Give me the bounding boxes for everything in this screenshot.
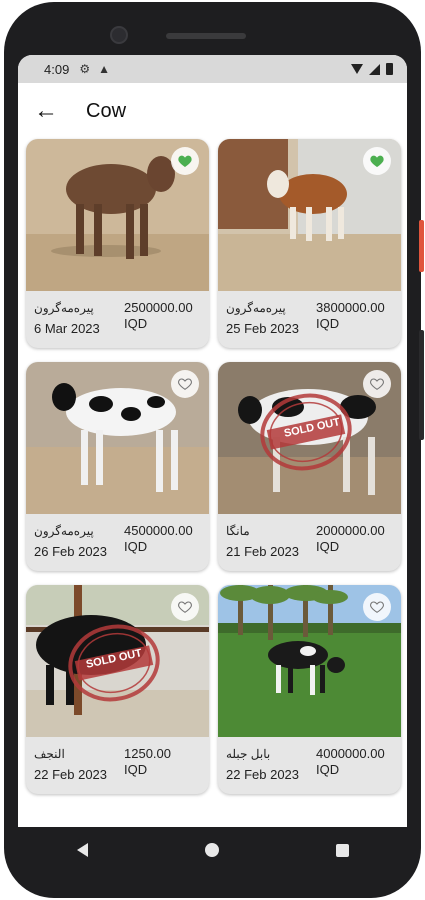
listing-date: 26 Feb 2023 <box>34 544 108 559</box>
price-value: 2000000.00 <box>316 523 385 538</box>
heart-icon <box>370 155 384 167</box>
listing-info: النجف 22 Feb 2023 1250.00 IQD <box>26 737 209 794</box>
price-value: 2500000.00 <box>124 300 193 315</box>
price-currency: IQD <box>124 539 148 554</box>
listing-info: پیرەمەگرون 25 Feb 2023 3800000.00 IQD <box>218 291 401 348</box>
volume-key <box>419 220 424 272</box>
favorite-toggle[interactable] <box>363 593 391 621</box>
listing-location: بابل جبلە <box>226 747 271 761</box>
price-value: 4000000.00 <box>316 746 385 761</box>
battery-icon <box>386 63 393 75</box>
heart-outline-icon <box>370 378 384 390</box>
favorite-toggle[interactable] <box>171 593 199 621</box>
listing-grid: پیرەمەگرون 6 Mar 2023 2500000.00 IQD پیر… <box>18 139 407 794</box>
listing-location: پیرەمەگرون <box>34 524 94 538</box>
listing-date: 22 Feb 2023 <box>34 767 108 782</box>
nav-recents-icon[interactable] <box>335 843 349 857</box>
price-value: 3800000.00 <box>316 300 385 315</box>
favorite-toggle[interactable] <box>171 370 199 398</box>
listing-price: 1250.00 IQD <box>124 746 171 778</box>
listing-price: 2500000.00 IQD <box>124 300 193 332</box>
listing-price: 4000000.00 IQD <box>316 746 385 778</box>
heart-outline-icon <box>370 601 384 613</box>
power-key <box>419 330 424 440</box>
listing-date: 25 Feb 2023 <box>226 321 300 336</box>
app-screen: 4:09 ⚙ ▲ ← Cow پیرەمەگرون 6 Mar 2023 250… <box>18 55 407 827</box>
nav-back-icon[interactable] <box>76 843 88 857</box>
listing-price: 3800000.00 IQD <box>316 300 385 332</box>
price-currency: IQD <box>316 316 340 331</box>
cow-photo <box>26 139 209 291</box>
wifi-icon <box>351 64 363 74</box>
listing-card[interactable]: بابل جبلە 22 Feb 2023 4000000.00 IQD <box>218 585 401 794</box>
warning-icon: ▲ <box>98 62 110 76</box>
listing-location: پیرەمەگرون <box>34 301 94 315</box>
signal-icon <box>369 63 380 75</box>
price-currency: IQD <box>124 762 148 777</box>
listing-card[interactable]: پیرەمەگرون 25 Feb 2023 3800000.00 IQD <box>218 139 401 348</box>
status-bar: 4:09 ⚙ ▲ <box>18 55 407 83</box>
listing-info: بابل جبلە 22 Feb 2023 4000000.00 IQD <box>218 737 401 794</box>
listing-location: مانگا <box>226 524 250 538</box>
listing-date: 6 Mar 2023 <box>34 321 100 336</box>
listing-date: 22 Feb 2023 <box>226 767 300 782</box>
price-value: 1250.00 <box>124 746 171 761</box>
status-time: 4:09 <box>44 61 70 77</box>
heart-outline-icon <box>178 378 192 390</box>
listing-info: پیرەمەگرون 26 Feb 2023 4500000.00 IQD <box>26 514 209 571</box>
cow-photo <box>218 139 401 291</box>
listing-date: 21 Feb 2023 <box>226 544 300 559</box>
heart-icon <box>178 155 192 167</box>
earpiece-speaker <box>166 33 246 39</box>
heart-outline-icon <box>178 601 192 613</box>
price-currency: IQD <box>124 316 148 331</box>
favorite-toggle[interactable] <box>363 147 391 175</box>
price-currency: IQD <box>316 762 340 777</box>
listing-card[interactable]: پیرەمەگرون 6 Mar 2023 2500000.00 IQD <box>26 139 209 348</box>
page-title: Cow <box>86 99 127 122</box>
listing-price: 2000000.00 IQD <box>316 523 385 555</box>
settings-icon: ⚙ <box>79 62 91 76</box>
listing-info: مانگا 21 Feb 2023 2000000.00 IQD <box>218 514 401 571</box>
system-nav-bar <box>18 827 407 873</box>
listing-card[interactable]: پیرەمەگرون 26 Feb 2023 4500000.00 IQD <box>26 362 209 571</box>
nav-home-icon[interactable] <box>204 843 219 857</box>
arrow-left-icon[interactable]: ← <box>34 99 74 123</box>
listing-price: 4500000.00 IQD <box>124 523 193 555</box>
app-bar: ← Cow <box>18 83 407 139</box>
front-camera <box>110 26 128 44</box>
listing-card[interactable]: SOLD OUT مانگا 21 Feb 2023 2000000.00 IQ… <box>218 362 401 571</box>
cow-photo: SOLD OUT <box>218 362 401 514</box>
price-value: 4500000.00 <box>124 523 193 538</box>
price-currency: IQD <box>316 539 340 554</box>
favorite-toggle[interactable] <box>363 370 391 398</box>
cow-photo <box>218 585 401 737</box>
cow-photo: SOLD OUT <box>26 585 209 737</box>
listing-info: پیرەمەگرون 6 Mar 2023 2500000.00 IQD <box>26 291 209 348</box>
listing-location: پیرەمەگرون <box>226 301 286 315</box>
favorite-toggle[interactable] <box>171 147 199 175</box>
listing-location: النجف <box>34 747 65 761</box>
cow-photo <box>26 362 209 514</box>
listing-card[interactable]: SOLD OUT النجف 22 Feb 2023 1250.00 IQD <box>26 585 209 794</box>
